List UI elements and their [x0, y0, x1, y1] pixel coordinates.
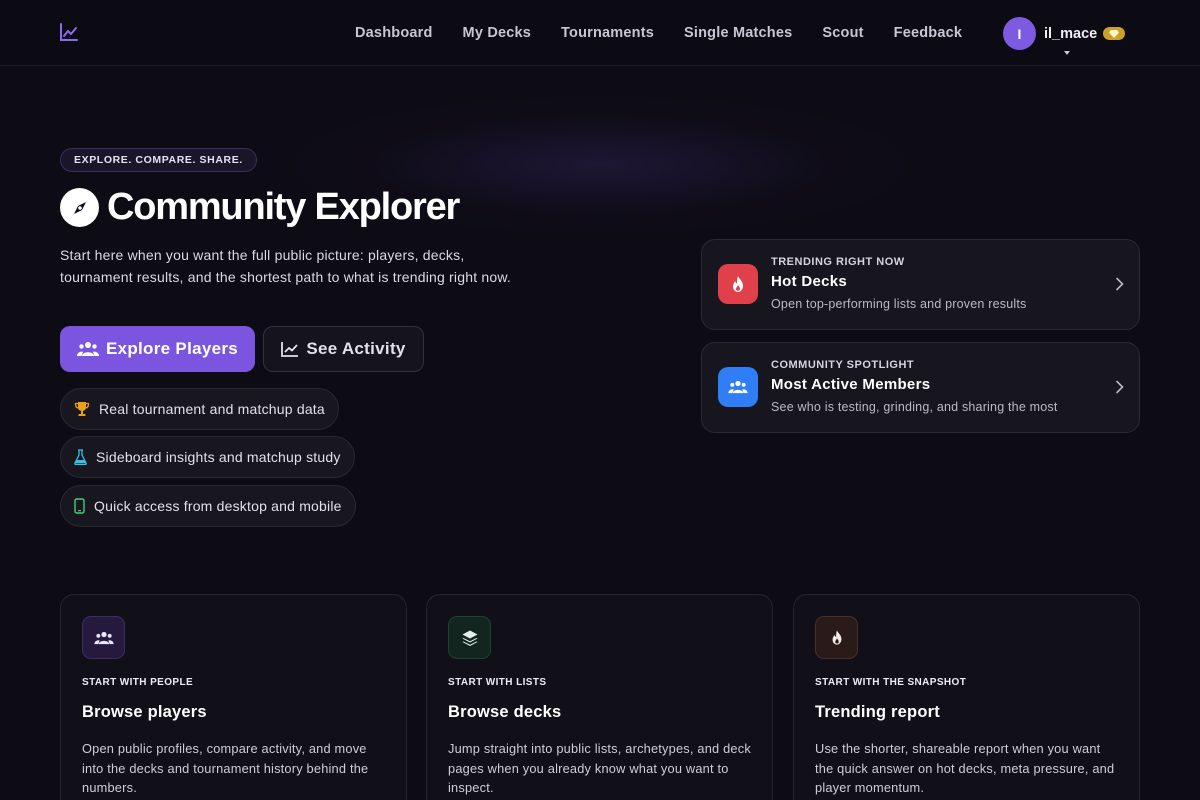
feature-access: Quick access from desktop and mobile	[60, 485, 356, 527]
compass-icon	[60, 188, 99, 227]
card-subtitle: See who is testing, grinding, and sharin…	[771, 400, 1058, 414]
hero-pill: EXPLORE. COMPARE. SHARE.	[60, 148, 257, 172]
browse-players-card[interactable]: START WITH PEOPLE Browse players Open pu…	[60, 594, 407, 800]
chart-line-icon	[281, 342, 299, 357]
see-activity-button[interactable]: See Activity	[263, 326, 424, 372]
users-icon	[82, 616, 125, 659]
chevron-right-icon	[1116, 277, 1124, 291]
mobile-icon	[74, 498, 85, 514]
nav-link-single-matches[interactable]: Single Matches	[684, 25, 792, 41]
fire-icon	[718, 264, 758, 304]
gem-icon	[1103, 27, 1126, 40]
card-title: Hot Decks	[771, 273, 848, 290]
card-kicker: TRENDING RIGHT NOW	[771, 256, 905, 268]
username[interactable]: il_mace	[1044, 26, 1097, 42]
user-menu[interactable]: I il_mace	[1003, 17, 1126, 50]
card-title: Browse players	[82, 703, 207, 721]
card-subtitle: Open top-performing lists and proven res…	[771, 297, 1027, 311]
card-kicker: START WITH PEOPLE	[82, 677, 194, 688]
nav-link-dashboard[interactable]: Dashboard	[355, 25, 433, 41]
flask-icon	[74, 449, 87, 465]
hot-decks-card[interactable]: TRENDING RIGHT NOW Hot Decks Open top-pe…	[701, 239, 1140, 330]
chart-line-icon[interactable]	[59, 22, 79, 42]
card-title: Browse decks	[448, 703, 562, 721]
card-title: Most Active Members	[771, 376, 931, 393]
card-kicker: COMMUNITY SPOTLIGHT	[771, 359, 915, 371]
hero-description: Start here when you want the full public…	[60, 247, 511, 285]
nav-link-scout[interactable]: Scout	[822, 25, 863, 41]
layers-icon	[448, 616, 491, 659]
nav-link-tournaments[interactable]: Tournaments	[561, 25, 654, 41]
users-icon	[76, 342, 99, 356]
card-description: Open public profiles, compare activity, …	[82, 741, 369, 795]
chevron-right-icon	[1116, 380, 1124, 394]
card-kicker: START WITH THE SNAPSHOT	[815, 677, 967, 688]
nav-link-feedback[interactable]: Feedback	[894, 25, 963, 41]
nav-links: Dashboard My Decks Tournaments Single Ma…	[355, 0, 992, 66]
see-activity-label: See Activity	[306, 339, 406, 358]
hero-title: Community Explorer	[60, 186, 460, 229]
fire-icon	[815, 616, 858, 659]
nav-link-my-decks[interactable]: My Decks	[463, 25, 532, 41]
explore-players-label: Explore Players	[105, 339, 239, 358]
top-nav: Dashboard My Decks Tournaments Single Ma…	[0, 0, 1200, 66]
card-kicker: START WITH LISTS	[448, 677, 547, 688]
card-title: Trending report	[815, 703, 940, 721]
avatar[interactable]: I	[1003, 17, 1036, 50]
browse-decks-card[interactable]: START WITH LISTS Browse decks Jump strai…	[426, 594, 773, 800]
card-description: Jump straight into public lists, archety…	[448, 741, 751, 795]
most-active-members-card[interactable]: COMMUNITY SPOTLIGHT Most Active Members …	[701, 342, 1140, 433]
card-description: Use the shorter, shareable report when y…	[815, 741, 1115, 795]
page-title: Community Explorer	[107, 186, 460, 228]
feature-label: Real tournament and matchup data	[99, 401, 325, 417]
users-icon	[718, 367, 758, 407]
feature-sideboard: Sideboard insights and matchup study	[60, 436, 355, 478]
explore-players-button[interactable]: Explore Players	[60, 326, 255, 372]
feature-label: Sideboard insights and matchup study	[96, 449, 341, 465]
chevron-down-icon[interactable]	[1064, 51, 1070, 55]
feature-tournament-data: Real tournament and matchup data	[60, 388, 339, 430]
feature-label: Quick access from desktop and mobile	[94, 498, 342, 514]
trophy-icon	[74, 402, 90, 416]
trending-report-card[interactable]: START WITH THE SNAPSHOT Trending report …	[793, 594, 1140, 800]
